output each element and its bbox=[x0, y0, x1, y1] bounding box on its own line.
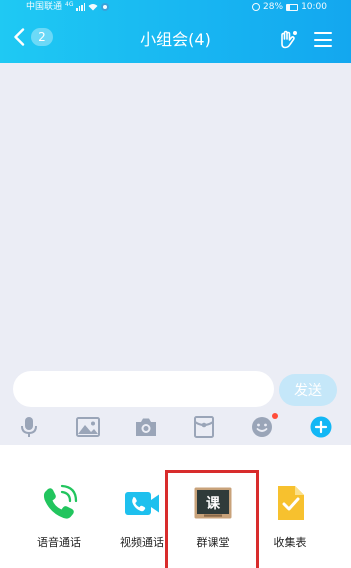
group-classroom-button[interactable]: 课 群课堂 bbox=[173, 483, 253, 553]
image-icon[interactable] bbox=[75, 414, 101, 440]
blackboard-label: 课 bbox=[206, 496, 221, 512]
more-functions-panel: 语音通话 视频通话 课 群课堂 收集表 bbox=[0, 445, 351, 568]
input-toolbar bbox=[0, 412, 351, 442]
video-call-button[interactable]: 视频通话 bbox=[102, 483, 182, 553]
header: 中国联通 4G 28% 10:00 2 小组会(4) bbox=[0, 0, 351, 63]
collection-form-icon bbox=[278, 486, 304, 520]
camera-icon[interactable] bbox=[133, 414, 159, 440]
status-left: 中国联通 4G bbox=[26, 0, 110, 14]
message-input[interactable] bbox=[13, 371, 274, 407]
video-call-label: 视频通话 bbox=[120, 536, 164, 549]
status-right: 28% 10:00 bbox=[252, 0, 327, 14]
video-call-icon bbox=[125, 492, 159, 515]
plus-icon[interactable] bbox=[308, 414, 334, 440]
input-row: 发送 bbox=[13, 371, 338, 407]
blackboard-icon: 课 bbox=[194, 487, 232, 519]
collection-form-button[interactable]: 收集表 bbox=[250, 483, 330, 553]
wifi-icon bbox=[88, 4, 98, 11]
group-classroom-label: 群课堂 bbox=[196, 536, 230, 549]
status-bar: 中国联通 4G 28% 10:00 bbox=[0, 0, 351, 14]
phone-call-icon bbox=[43, 484, 78, 519]
notification-dot bbox=[272, 413, 278, 419]
alarm-icon bbox=[252, 3, 261, 11]
emoji-icon[interactable] bbox=[249, 413, 278, 440]
status-time: 10:00 bbox=[301, 2, 327, 12]
red-packet-icon[interactable] bbox=[191, 414, 217, 440]
voice-call-button[interactable]: 语音通话 bbox=[19, 483, 99, 553]
app-notification-icon bbox=[101, 3, 110, 11]
signal-icon bbox=[76, 3, 86, 11]
send-button[interactable]: 发送 bbox=[279, 374, 337, 406]
carrier-name: 中国联通 bbox=[26, 2, 63, 12]
title-bar: 2 小组会(4) bbox=[0, 14, 351, 63]
microphone-icon[interactable] bbox=[16, 414, 42, 440]
battery-icon bbox=[286, 3, 299, 11]
battery-percent: 28% bbox=[263, 2, 284, 12]
collection-form-label: 收集表 bbox=[273, 536, 307, 549]
hand-gesture-icon[interactable] bbox=[277, 29, 299, 51]
voice-call-label: 语音通话 bbox=[37, 536, 81, 549]
network-type: 4G bbox=[65, 1, 74, 8]
menu-icon[interactable] bbox=[314, 32, 332, 47]
